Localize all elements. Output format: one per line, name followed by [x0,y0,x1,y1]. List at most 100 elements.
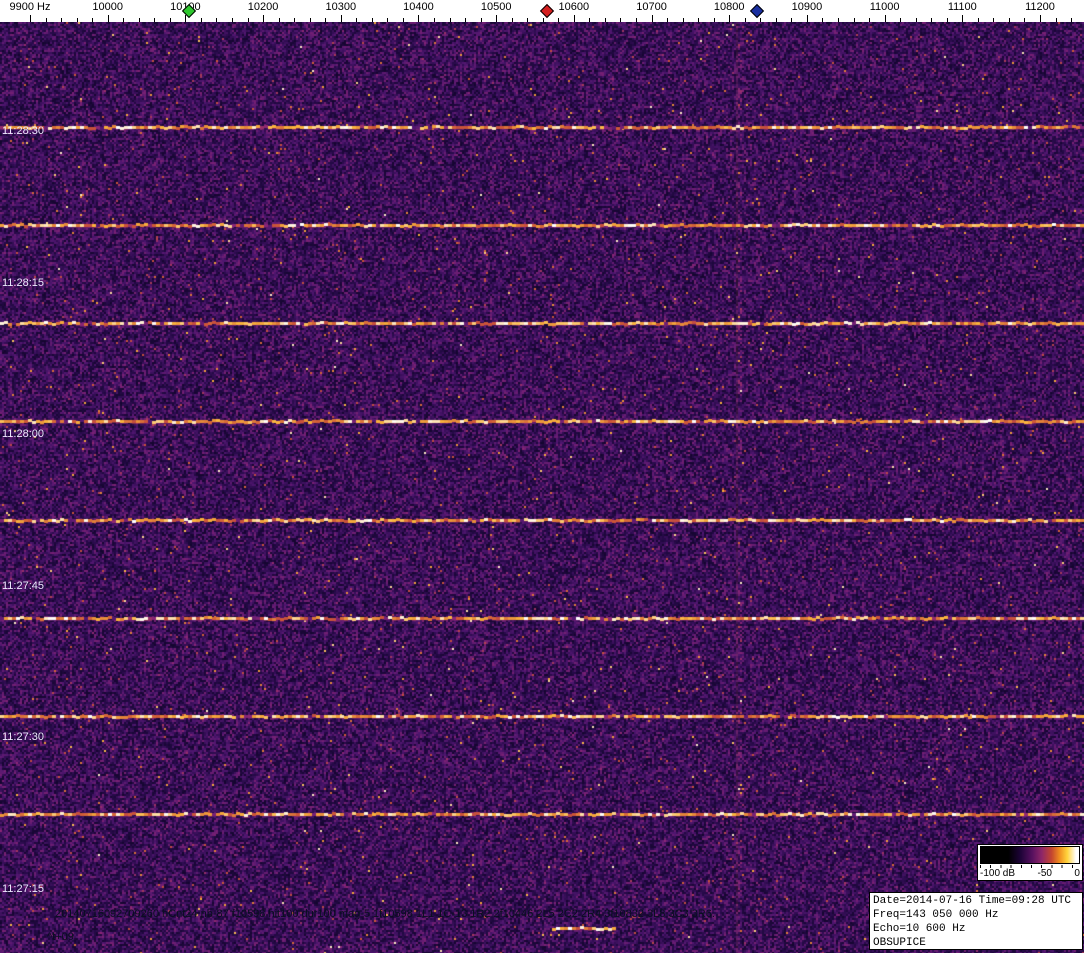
freq-tick [573,15,575,22]
freq-tick [651,15,653,22]
freq-tick [76,18,78,22]
freq-label: 10500 [480,1,512,13]
freq-label: 10200 [247,1,279,13]
freq-tick [620,18,622,22]
freq-tick [216,18,218,22]
spectrogram-waterfall [0,22,1084,953]
freq-tick [636,18,637,22]
freq-tick [480,18,482,22]
freq-tick [962,15,964,22]
freq-tick [496,15,498,22]
time-label: 11:27:45 [2,579,45,592]
freq-tick [527,18,529,22]
freq-tick [558,18,560,22]
freq-tick [744,18,746,22]
colorbar-min-label: -100 dB [980,868,1016,879]
info-line-station: OBSUPICE [873,937,926,949]
freq-tick [107,15,109,22]
freq-tick [387,18,389,22]
freq-tick [371,18,373,22]
freq-tick [30,15,31,22]
freq-tick [993,18,995,22]
freq-tick [45,18,47,22]
freq-label: 11100 [947,1,977,13]
frequency-axis: 9900 Hz100001010010200103001040010500106… [0,0,1084,22]
freq-tick [791,18,793,22]
freq-tick [123,18,125,22]
time-label: 11:27:15 [2,882,45,895]
db-colorbar: -100 dB -50 0 [977,844,1083,881]
freq-tick [542,18,544,22]
freq-tick [138,18,140,22]
freq-tick [200,18,202,22]
freq-tick [806,15,808,22]
freq-tick [1040,15,1041,22]
freq-tick [589,18,591,22]
freq-tick [729,15,731,22]
time-label: 11:28:30 [2,125,45,137]
colorbar-labels: -100 dB -50 0 [980,868,1080,880]
freq-tick [977,18,979,22]
freq-tick [915,18,917,22]
time-label: 11:27:30 [2,731,45,743]
freq-tick [294,18,296,22]
freq-tick [931,18,933,22]
freq-tick [325,18,327,22]
freq-tick [698,18,700,22]
freq-label: 10300 [325,1,357,13]
colorbar-max-label: 0 [1074,868,1080,879]
freq-tick [760,18,762,22]
freq-tick [61,18,63,22]
freq-tick [869,18,871,22]
freq-tick [278,18,280,22]
freq-tick [449,18,451,22]
freq-tick [356,18,358,22]
freq-tick [838,18,839,22]
freq-label: 11000 [869,1,900,13]
freq-label: 10000 [92,1,123,13]
freq-label: 9900 Hz [9,1,51,13]
freq-tick [1055,18,1057,22]
observation-info-panel: Date=2014-07-16 Time=09:28 UTC Freq=143 … [869,892,1083,950]
freq-tick [247,18,249,22]
freq-label: 10400 [403,1,434,13]
info-line-date-time: Date=2014-07-16 Time=09:28 UTC [873,895,1072,907]
freq-tick [682,18,684,22]
freq-tick [667,18,669,22]
freq-tick [946,18,948,22]
info-line-frequency: Freq=143 050 000 Hz [873,909,999,921]
freq-tick [713,18,715,22]
freq-tick [154,18,156,22]
time-label: 11:28:00 [2,428,45,440]
freq-tick [1071,18,1073,22]
freq-tick [92,18,94,22]
meteor-spectrogram-viewer: 9900 Hz100001010010200103001040010500106… [0,0,1084,953]
freq-tick [1008,18,1010,22]
colorbar-mid-label: -50 [1037,868,1052,879]
freq-label: 10700 [636,1,667,13]
freq-tick [884,15,886,22]
freq-tick [604,18,606,22]
freq-tick [853,18,855,22]
freq-label: 11200 [1025,1,1055,13]
time-label: 11:28:15 [2,276,45,289]
freq-label: 10900 [791,1,823,13]
freq-tick [418,15,420,22]
freq-tick [775,18,777,22]
time-offset-tag: ^t+09 [47,931,74,943]
freq-tick [465,18,467,22]
freq-tick [309,18,311,22]
freq-tick [402,18,404,22]
colorbar-gradient [980,846,1080,864]
freq-tick [232,18,233,22]
freq-tick [900,18,902,22]
freq-tick [169,18,171,22]
info-line-echo: Echo=10 600 Hz [873,923,966,935]
detection-annotation: 20140716092709260 hCnt24 nb-87 f10598 hi… [55,908,715,920]
freq-tick [434,18,435,22]
freq-tick [263,15,265,22]
freq-tick [822,18,824,22]
freq-tick [511,18,513,22]
freq-tick [340,15,342,22]
freq-tick [1024,18,1026,22]
